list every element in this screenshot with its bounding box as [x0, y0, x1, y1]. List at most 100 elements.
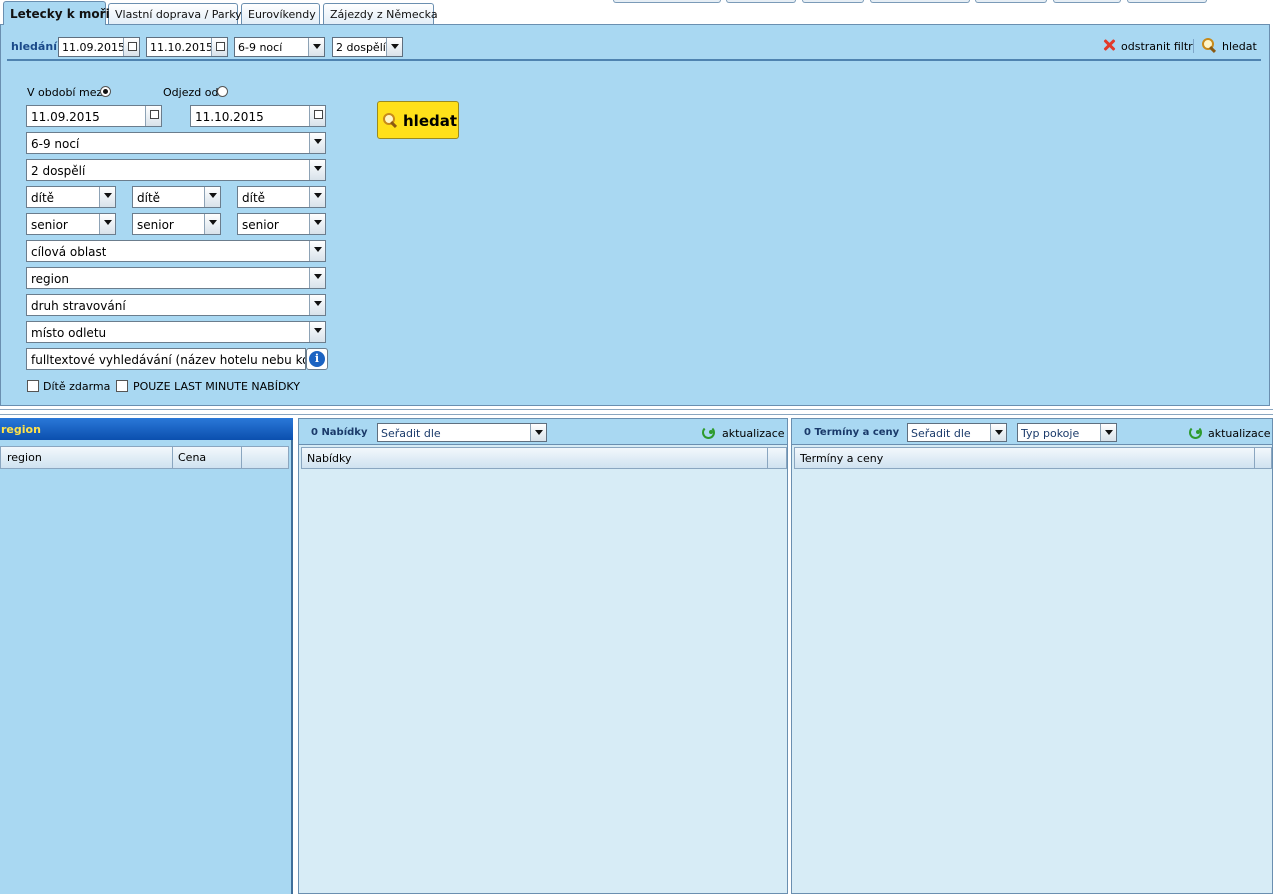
chevron-down-icon[interactable]: [309, 241, 325, 261]
chevron-down-icon[interactable]: [309, 214, 325, 234]
info-button[interactable]: i: [306, 348, 328, 370]
toolbar-divider: [1193, 39, 1194, 53]
senior-select-1[interactable]: senior: [26, 213, 116, 235]
child-value: dítě: [242, 191, 266, 205]
child-select-3[interactable]: dítě: [237, 186, 326, 208]
tab-label: Vlastní doprava / Parky: [115, 8, 242, 21]
tab-zajezdy-z-nemecka[interactable]: Zájezdy z Německa: [323, 3, 438, 24]
departure-from-radio[interactable]: [217, 86, 228, 97]
fulltext-search-input[interactable]: fulltextové vyhledávání (název hotelu ne…: [26, 348, 306, 370]
departure-from-label: Odjezd od: [163, 86, 219, 99]
room-type-select[interactable]: Typ pokoje: [1017, 423, 1117, 442]
adults-select[interactable]: 2 dospělí: [26, 159, 326, 181]
chevron-down-icon[interactable]: [309, 322, 325, 342]
region-select[interactable]: region: [26, 267, 326, 289]
chevron-down-icon[interactable]: [204, 214, 220, 234]
chevron-down-icon[interactable]: [1100, 424, 1116, 441]
child-free-checkbox[interactable]: [27, 380, 39, 392]
quick-adults-select[interactable]: 2 dospělí: [332, 37, 403, 57]
calendar-icon[interactable]: [211, 38, 227, 56]
top-toolbar-button[interactable]: [613, 0, 721, 3]
top-toolbar-button[interactable]: [975, 0, 1047, 3]
column-terms[interactable]: Termíny a ceny: [795, 448, 1255, 468]
top-toolbar-button[interactable]: [1053, 0, 1121, 3]
terms-count: 0 Termíny a ceny: [804, 427, 900, 438]
region-pane: region region Cena: [0, 418, 293, 894]
clear-filter-link[interactable]: odstranit filtr: [1121, 40, 1193, 53]
top-toolbar-button[interactable]: [726, 0, 796, 3]
quick-search-bar: hledání: 11.09.2015 11.10.2015 6-9 nocí …: [1, 25, 1269, 61]
destination-select[interactable]: cílová oblast: [26, 240, 326, 262]
offers-column-header: Nabídky: [301, 447, 787, 469]
calendar-icon[interactable]: [309, 106, 325, 126]
adults-value: 2 dospělí: [31, 164, 86, 178]
quick-search-link[interactable]: hledat: [1222, 40, 1257, 53]
close-icon[interactable]: [1101, 37, 1117, 53]
calendar-icon[interactable]: [145, 106, 161, 126]
column-offers[interactable]: Nabídky: [302, 448, 768, 468]
region-pane-header: region: [0, 418, 293, 440]
quick-date-to-field[interactable]: 11.10.2015: [146, 37, 228, 57]
senior-select-3[interactable]: senior: [237, 213, 326, 235]
chevron-down-icon[interactable]: [309, 268, 325, 288]
terms-pane: 0 Termíny a ceny Seřadit dle Typ pokoje …: [791, 418, 1273, 894]
date-to-value: 11.10.2015: [195, 110, 264, 124]
chevron-down-icon[interactable]: [309, 160, 325, 180]
tab-vlastni-doprava[interactable]: Vlastní doprava / Parky: [108, 3, 242, 24]
nights-select[interactable]: 6-9 nocí: [26, 132, 326, 154]
chevron-down-icon[interactable]: [530, 424, 546, 441]
child-select-2[interactable]: dítě: [132, 186, 221, 208]
terms-pane-header: 0 Termíny a ceny Seřadit dle Typ pokoje …: [792, 419, 1272, 445]
period-between-radio[interactable]: [100, 86, 111, 97]
chevron-down-icon[interactable]: [308, 38, 324, 56]
tab-letecky-k-mori[interactable]: Letecky k moři: [3, 1, 110, 25]
chevron-down-icon[interactable]: [99, 187, 115, 207]
date-from-field[interactable]: 11.09.2015: [26, 105, 162, 127]
child-free-label: Dítě zdarma: [43, 380, 111, 393]
chevron-down-icon[interactable]: [204, 187, 220, 207]
senior-value: senior: [242, 218, 279, 232]
child-select-1[interactable]: dítě: [26, 186, 116, 208]
chevron-down-icon[interactable]: [99, 214, 115, 234]
column-region[interactable]: region: [1, 447, 173, 468]
offers-refresh-link[interactable]: aktualizace: [722, 427, 785, 440]
quick-date-from-value: 11.09.2015: [62, 41, 125, 54]
calendar-icon[interactable]: [123, 38, 139, 56]
refresh-icon[interactable]: [702, 426, 715, 439]
quick-adults-value: 2 dospělí: [336, 41, 386, 54]
child-value: dítě: [31, 191, 55, 205]
chevron-down-icon[interactable]: [990, 424, 1006, 441]
quick-date-to-value: 11.10.2015: [150, 41, 213, 54]
senior-select-2[interactable]: senior: [132, 213, 221, 235]
chevron-down-icon[interactable]: [309, 133, 325, 153]
top-toolbar-button[interactable]: [1127, 0, 1207, 3]
room-type-value: Typ pokoje: [1021, 427, 1080, 440]
board-value: druh stravování: [31, 299, 126, 313]
offers-sort-select[interactable]: Seřadit dle: [377, 423, 547, 442]
top-toolbar-button[interactable]: [870, 0, 970, 3]
terms-refresh-link[interactable]: aktualizace: [1208, 427, 1271, 440]
departure-place-select[interactable]: místo odletu: [26, 321, 326, 343]
departure-place-value: místo odletu: [31, 326, 107, 340]
nights-value: 6-9 nocí: [31, 137, 80, 151]
terms-sort-select[interactable]: Seřadit dle: [907, 423, 1007, 442]
search-icon[interactable]: [1201, 37, 1217, 53]
top-toolbar-button[interactable]: [802, 0, 864, 3]
chevron-down-icon[interactable]: [309, 295, 325, 315]
panel-splitter[interactable]: [0, 406, 1273, 418]
quick-nights-select[interactable]: 6-9 nocí: [234, 37, 325, 57]
column-price[interactable]: Cena: [173, 447, 242, 468]
search-button[interactable]: hledat: [377, 101, 459, 139]
quick-date-from-field[interactable]: 11.09.2015: [58, 37, 140, 57]
tab-eurovikendy[interactable]: Eurovíkendy: [241, 3, 320, 24]
last-minute-checkbox[interactable]: [116, 380, 128, 392]
date-to-field[interactable]: 11.10.2015: [190, 105, 326, 127]
board-select[interactable]: druh stravování: [26, 294, 326, 316]
last-minute-label: POUZE LAST MINUTE NABÍDKY: [133, 380, 300, 393]
offers-pane: 0 Nabídky Seřadit dle aktualizace Nabídk…: [298, 418, 788, 894]
offers-sort-value: Seřadit dle: [381, 427, 441, 440]
tab-label: Zájezdy z Německa: [330, 8, 438, 21]
chevron-down-icon[interactable]: [309, 187, 325, 207]
refresh-icon[interactable]: [1189, 426, 1202, 439]
chevron-down-icon[interactable]: [386, 38, 402, 56]
